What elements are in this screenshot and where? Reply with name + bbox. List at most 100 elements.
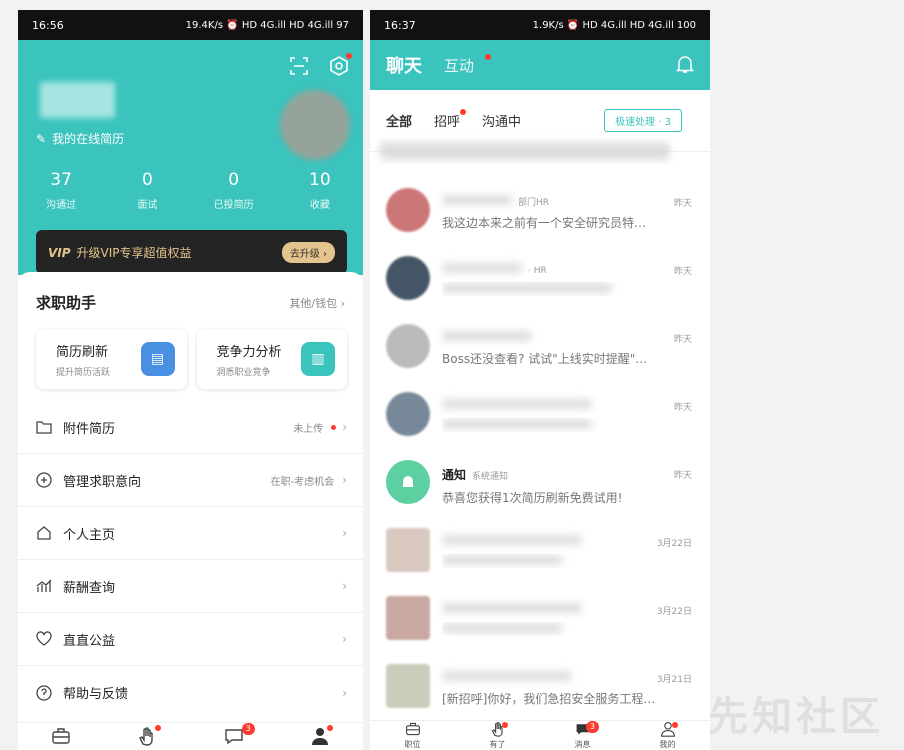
online-resume-link[interactable]: ✎ 我的在线简历 [36,130,124,147]
avatar [386,664,430,708]
blurred-name [442,535,582,545]
resume-link-label: 我的在线简历 [52,132,125,146]
stat-item[interactable]: 0 已投简历 [191,170,277,211]
chat-time: 昨天 [673,199,692,209]
tab-jobs[interactable] [18,723,104,750]
chat-item[interactable]: 部门HR 我这边本来之前有一个安全研究员特… 昨天 [370,188,710,256]
blurred-content [380,142,670,160]
filter-all[interactable]: 全部 [386,111,412,130]
menu-item-homepage[interactable]: 个人主页 › [18,507,363,560]
chat-time: 昨天 [673,335,692,345]
tool-title: 简历刷新 [56,344,109,360]
tab-me[interactable] [277,723,363,750]
filter-greetings[interactable]: 招呼 [434,109,467,130]
chat-message: [新招呼]你好，我们急招安全服务工程… [442,692,656,706]
blurred-name [442,671,572,681]
tab-youle[interactable] [104,723,190,750]
plus-circle-icon [36,472,52,488]
notification-dot [460,109,467,115]
tab-label: 我的 [659,740,676,749]
chat-item-notification[interactable]: 通知 系统通知 恭喜您获得1次简历刷新免费试用! 昨天 [370,460,710,528]
notification-dot [154,725,161,731]
stat-number: 0 [228,170,240,190]
tab-messages[interactable]: 消息 3 [540,721,625,750]
tab-messages[interactable]: 3 [191,723,277,750]
avatar [386,324,430,368]
blurred-name [442,195,512,205]
status-indicators: 19.4K/s ⏰ HD 4G.ill HD 4G.ill 97 [185,19,349,31]
chat-subtitle: 系统通知 [472,472,509,482]
blurred-name [442,399,592,409]
chat-item[interactable]: 3月22日 [370,596,710,664]
chat-message: Boss还没查看? 试试"上线实时提醒"… [442,352,648,366]
avatar [386,188,430,232]
chat-item[interactable]: 昨天 [370,392,710,460]
status-bar: 16:37 1.9K/s ⏰ HD 4G.ill HD 4G.ill 100 [370,10,710,40]
stat-item[interactable]: 37 沟通过 [18,170,104,211]
avatar [386,392,430,436]
tab-jobs[interactable]: 职位 [370,721,455,750]
bell-icon[interactable] [675,54,695,78]
bottom-tab-bar: 职位 有了 消息 3 我的 [370,720,710,750]
stat-label: 收藏 [309,200,330,211]
chevron-right-icon: › [342,579,347,593]
stat-number: 37 [50,170,72,190]
tab-chat[interactable]: 聊天 [386,52,422,78]
chat-message: 我这边本来之前有一个安全研究员特… [442,216,647,230]
blurred-name [442,263,522,273]
menu-value: 未上传 [293,423,324,435]
tab-youle[interactable]: 有了 [455,721,540,750]
resume-refresh-tool[interactable]: 简历刷新 提升简历活跃 ▤ [36,329,187,389]
tab-me[interactable]: 我的 [625,721,710,750]
menu-item-charity[interactable]: 直直公益 › [18,613,363,666]
briefcase-icon [51,726,71,748]
chart-icon [36,578,52,594]
notification-dot [672,722,678,728]
chat-item[interactable]: 3月22日 [370,528,710,596]
tool-title: 竞争力分析 [216,344,282,360]
menu-value: 在职-考虑机会 [270,476,335,488]
stats-row: 37 沟通过 0 面试 0 已投简历 10 收藏 [18,170,363,211]
tool-subtitle: 洞悉职业竞争 [216,367,271,378]
status-time: 16:37 [384,18,416,32]
settings-icon[interactable] [329,53,352,80]
section-title: 求职助手 [36,294,97,312]
chat-item[interactable]: Boss还没查看? 试试"上线实时提醒"… 昨天 [370,324,710,392]
avatar [386,596,430,640]
menu-item-salary[interactable]: 薪酬查询 › [18,560,363,613]
message-badge: 3 [585,721,599,733]
tab-interaction[interactable]: 互动 [444,55,474,76]
chevron-right-icon: › [342,685,347,700]
tool-subtitle: 提升简历活跃 [56,367,111,378]
notification-dot [346,53,352,59]
chat-time: 昨天 [673,403,692,413]
menu-item-help[interactable]: 帮助与反馈 › [18,666,363,719]
menu-label: 帮助与反馈 [63,687,129,702]
chat-time: 昨天 [673,267,692,277]
chat-item[interactable]: · HR 昨天 [370,256,710,324]
filter-communicating[interactable]: 沟通中 [482,111,521,130]
quick-process-button[interactable]: 极速处理 · 3 [604,109,682,132]
menu-label: 直直公益 [63,633,116,649]
notification-avatar [386,460,430,504]
chat-time: 3月21日 [656,675,692,685]
wallet-link[interactable]: 其他/钱包 › [289,295,345,311]
upgrade-button[interactable]: 去升级 › [281,241,335,263]
menu-label: 个人主页 [63,527,116,543]
vip-banner[interactable]: VIP 升级VIP专享超值权益 去升级 › [36,230,347,274]
chat-subtitle: 部门HR [518,198,550,208]
job-assistant-card: 求职助手 其他/钱包 › 简历刷新 提升简历活跃 ▤ 竞争力分析 洞悉职业竞争 ▥ … [18,272,363,722]
competitiveness-tool[interactable]: 竞争力分析 洞悉职业竞争 ▥ [197,329,348,389]
stat-item[interactable]: 0 面试 [104,170,190,211]
blurred-username [40,82,115,118]
menu-item-job-intention[interactable]: 管理求职意向 在职-考虑机会 › [18,454,363,507]
menu-item-attachment-resume[interactable]: 附件简历 未上传 › [18,401,363,454]
chat-header: 聊天 互动 [370,40,710,90]
scan-icon[interactable] [289,56,309,80]
chat-time: 昨天 [673,471,692,481]
status-time: 16:56 [32,18,64,32]
profile-screen: 16:56 19.4K/s ⏰ HD 4G.ill HD 4G.ill 97 ✎… [18,10,363,750]
avatar[interactable] [280,90,350,160]
chat-time: 3月22日 [656,607,692,617]
stat-item[interactable]: 10 收藏 [277,170,363,211]
